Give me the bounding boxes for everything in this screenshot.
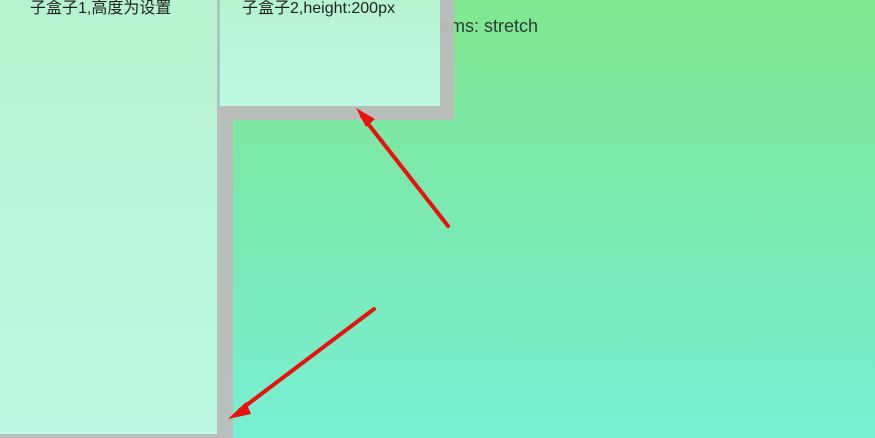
child-box-1: 子盒子1,高度为设置 (0, 0, 217, 434)
arrow-to-box1-icon (228, 307, 376, 419)
child-box-1-label: 子盒子1,高度为设置 (30, 0, 172, 17)
child-box-2: 子盒子2,height:200px (219, 0, 440, 106)
demo-stage: ems: stretch 子盒子1,高度为设置 子盒子2,height:200p… (0, 0, 875, 438)
child-box-2-label: 子盒子2,height:200px (242, 0, 395, 17)
container-caption: ems: stretch (440, 16, 539, 36)
arrow-to-box2-icon (356, 108, 450, 228)
